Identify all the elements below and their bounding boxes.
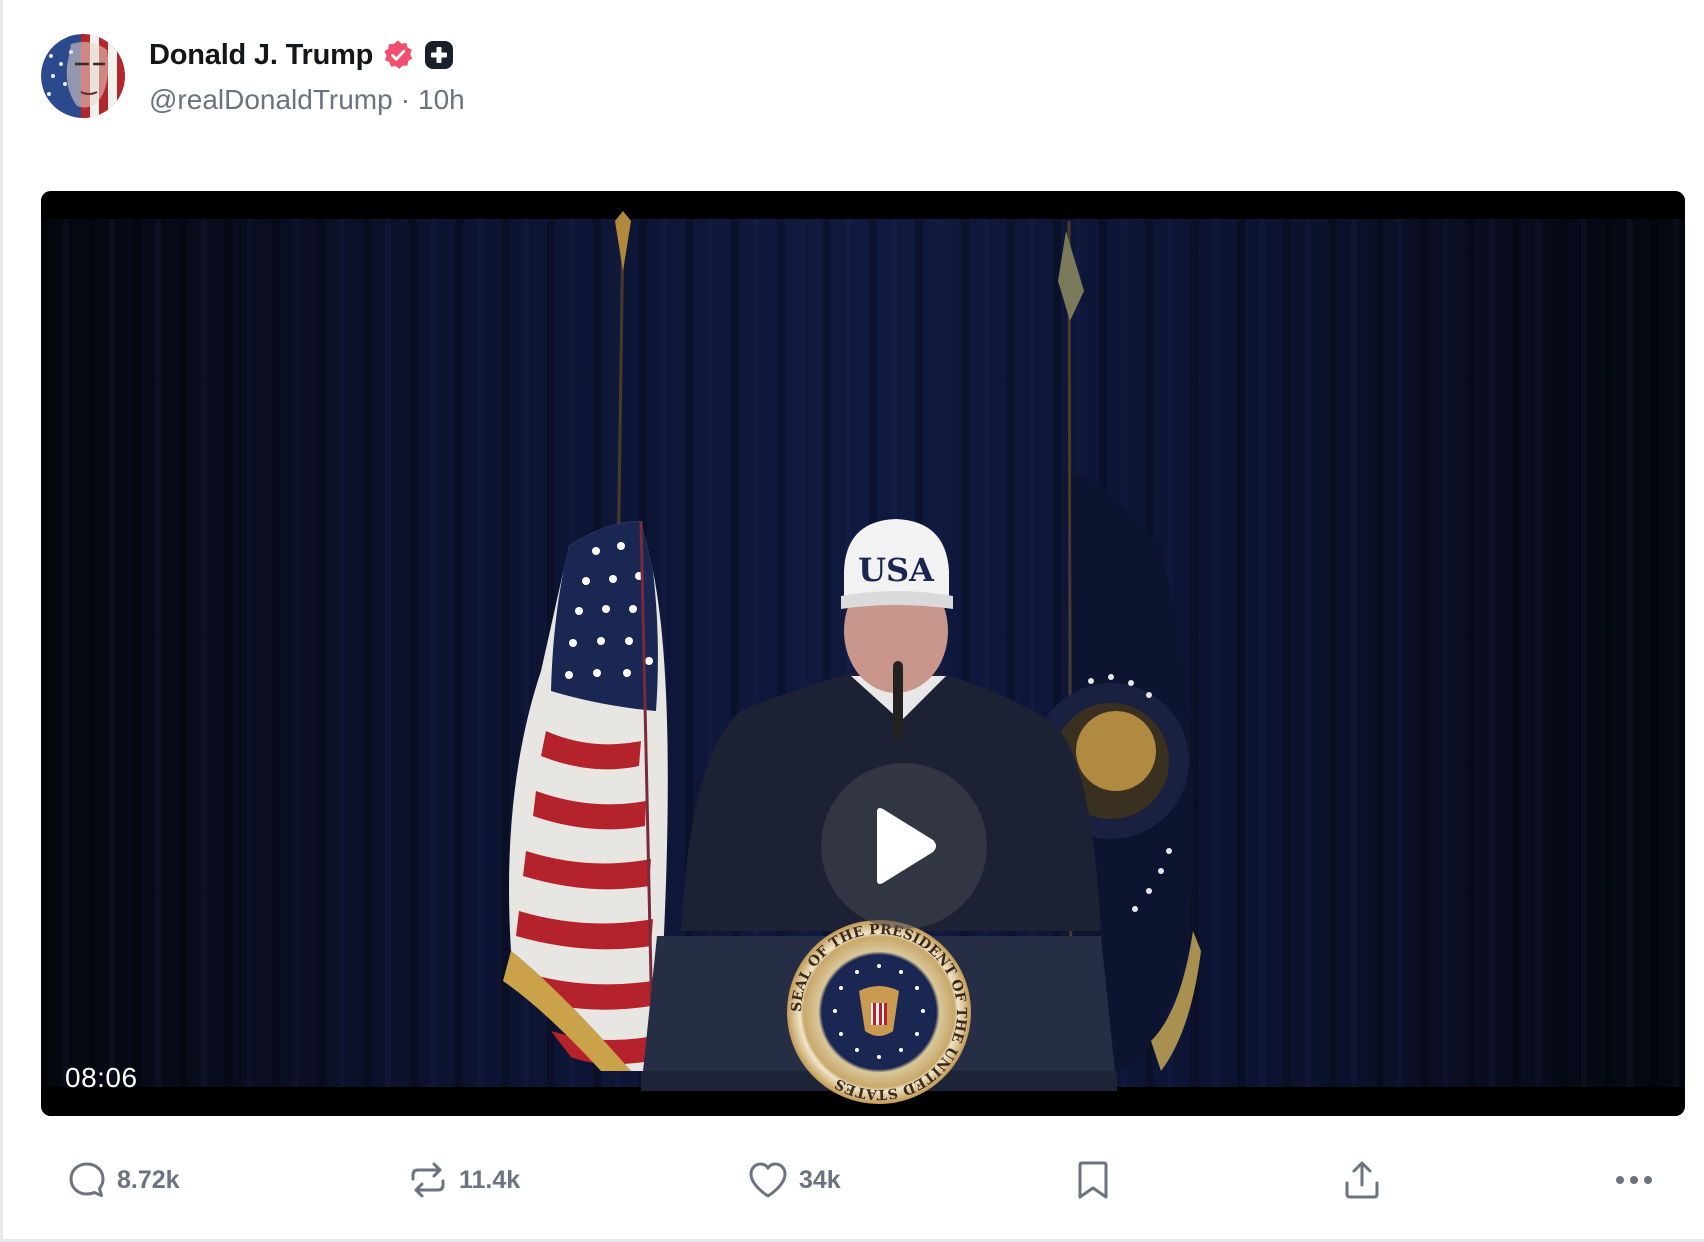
meta-separator: · (400, 84, 411, 115)
cap-text: USA (858, 551, 935, 589)
plus-badge-icon (423, 39, 455, 71)
heart-icon (749, 1162, 787, 1198)
play-button[interactable] (821, 763, 987, 929)
video-player[interactable]: USA SEAL OF THE PRESIDENT OF THE UNITED … (41, 191, 1685, 1116)
avatar-image (41, 34, 125, 118)
comment-icon (69, 1162, 105, 1197)
author-display-name[interactable]: Donald J. Trump (149, 39, 373, 72)
retruth-button[interactable]: 11.4k (407, 1150, 520, 1210)
like-count: 34k (799, 1165, 841, 1194)
post-timestamp[interactable]: 10h (418, 84, 465, 116)
retruth-count: 11.4k (459, 1165, 521, 1194)
more-icon (1616, 1176, 1652, 1184)
post-card: Donald J. Trump @realDonaldTrump · 10h U… (0, 0, 1704, 1242)
share-button[interactable] (1341, 1150, 1383, 1210)
like-button[interactable]: 34k (747, 1150, 841, 1210)
verified-badge-icon (382, 39, 414, 71)
reply-button[interactable]: 8.72k (67, 1150, 180, 1210)
more-options-button[interactable] (1613, 1150, 1655, 1210)
action-bar: 8.72k 11.4k 34k (3, 1150, 1704, 1210)
author-handle[interactable]: @realDonaldTrump (149, 84, 393, 116)
author-name-row: Donald J. Trump (149, 33, 455, 77)
bookmark-icon (1078, 1161, 1108, 1199)
share-icon (1345, 1161, 1379, 1199)
video-thumbnail: USA SEAL OF THE PRESIDENT OF THE UNITED … (41, 191, 1685, 1116)
retruth-icon (411, 1162, 445, 1198)
reply-count: 8.72k (117, 1165, 180, 1194)
author-meta-row: @realDonaldTrump · 10h (149, 84, 465, 116)
bookmark-button[interactable] (1075, 1150, 1111, 1210)
avatar[interactable] (41, 34, 125, 118)
play-icon (877, 808, 936, 884)
video-duration: 08:06 (65, 1062, 138, 1093)
